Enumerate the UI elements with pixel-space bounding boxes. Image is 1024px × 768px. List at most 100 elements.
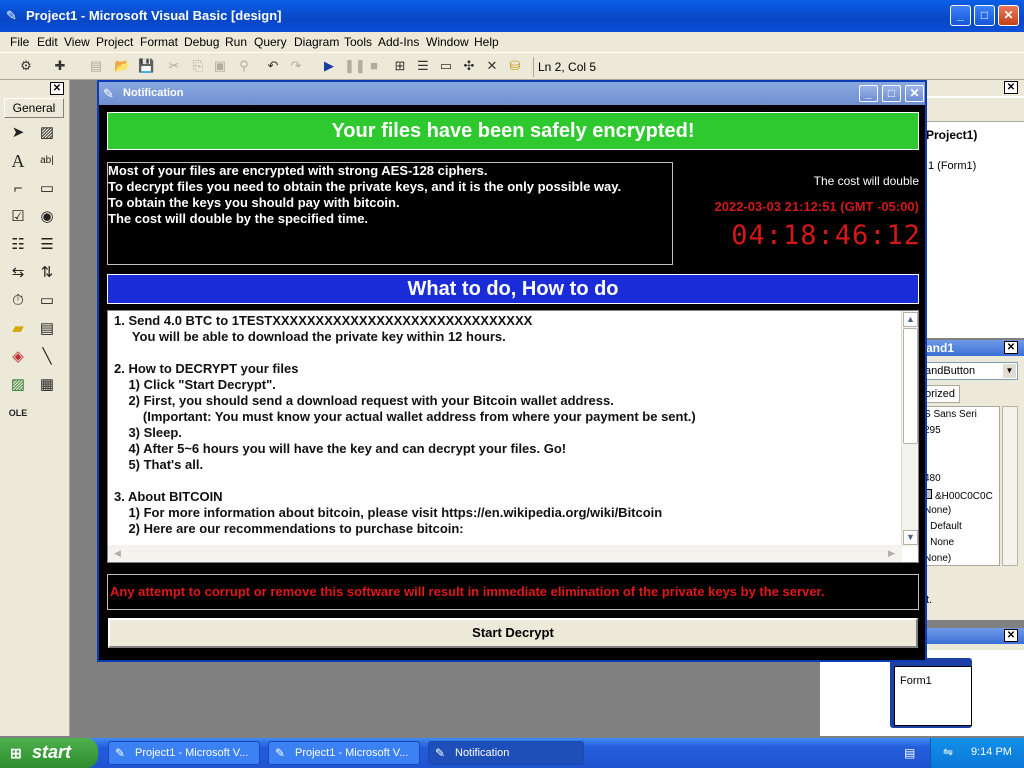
- start-decrypt-button[interactable]: Start Decrypt: [108, 618, 918, 648]
- vb-app-icon: ✎: [115, 746, 126, 760]
- instruction-line: (Important: You must know your actual wa…: [114, 409, 696, 424]
- data-icon[interactable]: ▦: [36, 374, 58, 396]
- menu-tools[interactable]: Tools: [344, 35, 372, 49]
- properties-icon[interactable]: ☰: [415, 58, 431, 74]
- vb-title-bar[interactable]: ✎ Project1 - Microsoft Visual Basic [des…: [0, 0, 1024, 32]
- properties-panel: and1 ✕ andButton ▼ orized S Sans Seri 29…: [920, 340, 1024, 620]
- ole-icon[interactable]: OLE: [7, 402, 29, 424]
- object-combo[interactable]: andButton ▼: [920, 362, 1018, 380]
- instruction-line: 1) Click "Start Decrypt".: [114, 377, 276, 392]
- menu-debug[interactable]: Debug: [184, 35, 219, 49]
- combo-arrow-icon[interactable]: ▼: [1003, 364, 1016, 378]
- dirlistbox-icon[interactable]: ▰: [7, 318, 29, 340]
- drivelistbox-icon[interactable]: ▭: [36, 290, 58, 312]
- minimize-button[interactable]: _: [950, 5, 971, 26]
- open-icon[interactable]: 📂: [114, 58, 130, 74]
- properties-close-button[interactable]: ✕: [1004, 341, 1018, 354]
- filelistbox-icon[interactable]: ▤: [36, 318, 58, 340]
- taskbar-item[interactable]: ✎ Project1 - Microsoft V...: [268, 741, 420, 765]
- form-layout-close-button[interactable]: ✕: [1004, 629, 1018, 642]
- menu-run[interactable]: Run: [225, 35, 247, 49]
- commandbutton-icon[interactable]: ▭: [36, 178, 58, 200]
- data-view-icon[interactable]: ⛁: [507, 58, 523, 74]
- menu-project[interactable]: Project: [96, 35, 133, 49]
- listbox-icon[interactable]: ☰: [36, 234, 58, 256]
- scroll-up-icon[interactable]: ▲: [903, 312, 918, 327]
- show-desktop-icon[interactable]: ▤: [904, 746, 915, 760]
- shape-icon[interactable]: ◈: [7, 346, 29, 368]
- run-icon[interactable]: ▶: [321, 58, 337, 74]
- toolbox-general-tab[interactable]: General: [4, 98, 64, 118]
- close-button[interactable]: ✕: [998, 5, 1019, 26]
- combobox-icon[interactable]: ☷: [7, 234, 29, 256]
- notification-minimize-button[interactable]: _: [859, 85, 878, 102]
- checkbox-icon[interactable]: ☑: [7, 206, 29, 228]
- toolbox-panel: ✕ General ➤ ▨ A ab| ⌐ ▭ ☑ ◉ ☷ ☰ ⇆ ⇅ ⏱ ▭ …: [0, 80, 70, 736]
- undo-icon[interactable]: ↶: [265, 58, 281, 74]
- line-icon[interactable]: ╲: [36, 346, 58, 368]
- clock: 9:14 PM: [971, 746, 1012, 758]
- toolbox-icon[interactable]: ✕: [484, 58, 500, 74]
- paste-icon[interactable]: ▣: [212, 58, 228, 74]
- notification-maximize-button[interactable]: □: [882, 85, 901, 102]
- pointer-icon[interactable]: ➤: [7, 122, 29, 144]
- optionbutton-icon[interactable]: ◉: [36, 206, 58, 228]
- find-icon[interactable]: ⚲: [236, 58, 252, 74]
- taskbar-item-active[interactable]: ✎ Notification: [428, 741, 584, 765]
- redo-icon[interactable]: ↷: [288, 58, 304, 74]
- cost-double-label: The cost will double: [813, 174, 919, 188]
- add-project-icon[interactable]: ⚙: [18, 58, 34, 74]
- menu-view[interactable]: View: [64, 35, 90, 49]
- menu-file[interactable]: File: [10, 35, 29, 49]
- picturebox-icon[interactable]: ▨: [36, 122, 58, 144]
- vscrollbar-icon[interactable]: ⇅: [36, 262, 58, 284]
- break-icon[interactable]: ❚❚: [344, 58, 366, 74]
- network-icon[interactable]: ⇋: [943, 745, 953, 759]
- form1-preview[interactable]: Form1: [894, 666, 972, 726]
- info-line: To obtain the keys you should pay with b…: [108, 195, 400, 210]
- frame-icon[interactable]: ⌐: [7, 178, 29, 200]
- menu-query[interactable]: Query: [254, 35, 287, 49]
- taskbar-item[interactable]: ✎ Project1 - Microsoft V...: [108, 741, 260, 765]
- properties-scrollbar[interactable]: [1002, 406, 1018, 566]
- notification-close-button[interactable]: ✕: [905, 85, 924, 102]
- instruction-line: [114, 345, 899, 361]
- vb-app-icon: ✎: [275, 746, 286, 760]
- menu-format[interactable]: Format: [140, 35, 178, 49]
- scroll-down-icon[interactable]: ▼: [903, 530, 918, 545]
- instructions-textbox[interactable]: 1. Send 4.0 BTC to 1TESTXXXXXXXXXXXXXXXX…: [107, 310, 919, 563]
- image-icon[interactable]: ▨: [7, 374, 29, 396]
- add-form-icon[interactable]: ✚: [52, 58, 68, 74]
- stop-icon[interactable]: ■: [366, 58, 382, 74]
- form-node[interactable]: 1 (Form1): [928, 160, 976, 172]
- menu-addins[interactable]: Add-Ins: [378, 35, 419, 49]
- notification-title-bar[interactable]: ✎ Notification _ □ ✕: [99, 82, 925, 105]
- cut-icon[interactable]: ✂: [166, 58, 182, 74]
- instructions-vscrollbar[interactable]: ▲ ▼: [901, 311, 918, 547]
- form-layout-icon[interactable]: ▭: [438, 58, 454, 74]
- menu-help[interactable]: Help: [474, 35, 499, 49]
- timer-icon[interactable]: ⏱: [7, 290, 29, 312]
- scroll-left-icon[interactable]: ◀: [110, 546, 125, 561]
- hscrollbar-icon[interactable]: ⇆: [7, 262, 29, 284]
- project-node[interactable]: Project1): [926, 128, 977, 142]
- menu-diagram[interactable]: Diagram: [294, 35, 339, 49]
- menu-editor-icon[interactable]: ▤: [88, 58, 104, 74]
- object-browser-icon[interactable]: ✣: [461, 58, 477, 74]
- project-explorer-icon[interactable]: ⊞: [392, 58, 408, 74]
- toolbox-close-button[interactable]: ✕: [50, 82, 64, 95]
- label-icon[interactable]: A: [7, 150, 29, 172]
- scroll-right-icon[interactable]: ▶: [884, 546, 899, 561]
- menu-edit[interactable]: Edit: [37, 35, 58, 49]
- start-button[interactable]: ⊞ start: [0, 738, 98, 768]
- project-explorer-close-button[interactable]: ✕: [1004, 81, 1018, 94]
- copy-icon[interactable]: ⎘: [190, 58, 206, 74]
- menu-window[interactable]: Window: [426, 35, 469, 49]
- textbox-icon[interactable]: ab|: [36, 150, 58, 172]
- scroll-thumb[interactable]: [903, 328, 918, 444]
- save-icon[interactable]: 💾: [138, 58, 154, 74]
- maximize-button[interactable]: □: [974, 5, 995, 26]
- system-tray: ⇋ 9:14 PM: [930, 738, 1024, 768]
- taskbar: ⊞ start ✎ Project1 - Microsoft V... ✎ Pr…: [0, 738, 1024, 768]
- instructions-hscrollbar[interactable]: ◀ ▶: [108, 545, 902, 562]
